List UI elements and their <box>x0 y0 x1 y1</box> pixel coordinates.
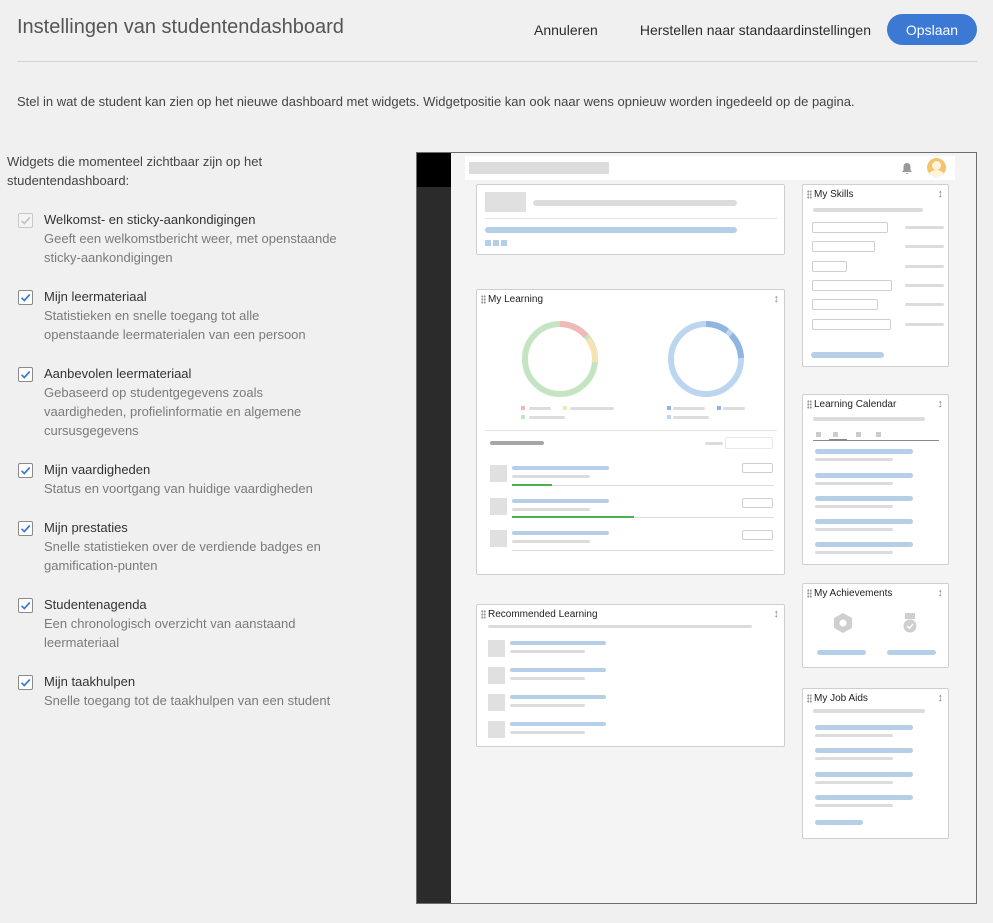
card-title: Recommended Learning <box>488 609 598 620</box>
widget-item-achievements: Mijn prestaties Snelle statistieken over… <box>17 518 337 595</box>
checkbox-my-learning[interactable] <box>18 290 33 305</box>
widget-list: Welkomst- en sticky-aankondigingen Geeft… <box>17 210 337 730</box>
card-title: My Learning <box>488 294 544 305</box>
widget-title: Mijn taakhulpen <box>44 674 136 689</box>
drag-handle-icon <box>807 190 812 199</box>
resize-icon: ↕ <box>937 692 944 704</box>
drag-handle-icon <box>481 295 486 304</box>
medal-icon <box>903 613 917 633</box>
preview-welcome-card <box>476 184 785 255</box>
save-button[interactable]: Opslaan <box>887 14 977 45</box>
checkbox-recommended[interactable] <box>18 367 33 382</box>
preview-donut-chart <box>668 321 744 397</box>
preview-my-skills-card: My Skills ↕ <box>802 184 949 367</box>
checkbox-welcome <box>18 213 33 228</box>
resize-icon: ↕ <box>773 293 780 305</box>
header-actions: Annuleren Herstellen naar standaardinste… <box>534 14 977 45</box>
preview-logo-block <box>417 153 451 187</box>
drag-handle-icon <box>807 400 812 409</box>
check-icon <box>20 293 31 302</box>
checkbox-skills[interactable] <box>18 463 33 478</box>
widget-title: Welkomst- en sticky-aankondigingen <box>44 212 256 227</box>
preview-recommended-learning-card: Recommended Learning ↕ <box>476 604 785 747</box>
widget-title: Aanbevolen leermateriaal <box>44 366 192 381</box>
widgets-heading: Widgets die momenteel zichtbaar zijn op … <box>7 154 263 188</box>
drag-handle-icon <box>807 589 812 598</box>
widget-title: Mijn vaardigheden <box>44 462 151 477</box>
page-title: Instellingen van studentendashboard <box>17 16 344 38</box>
preview-canvas: My Skills ↕ My Learning ↕ Learning Calen… <box>451 153 976 903</box>
widget-description: Snelle statistieken over de verdiende ba… <box>44 539 321 573</box>
widget-title: Studentenagenda <box>44 597 147 612</box>
widget-item-job-aids: Mijn taakhulpen Snelle toegang tot de ta… <box>17 672 337 730</box>
avatar <box>927 158 946 177</box>
card-title: My Skills <box>814 189 854 200</box>
widget-item-recommended: Aanbevolen leermateriaal Gebaseerd op st… <box>17 364 337 460</box>
widget-item-skills: Mijn vaardigheden Status en voortgang va… <box>17 460 337 518</box>
widget-item-my-learning: Mijn leermateriaal Statistieken en snell… <box>17 287 337 364</box>
check-icon <box>20 466 31 475</box>
resize-icon: ↕ <box>773 608 780 620</box>
preview-learning-calendar-card: Learning Calendar ↕ <box>802 394 949 565</box>
drag-handle-icon <box>481 610 486 619</box>
widget-item-calendar: Studentenagenda Een chronologisch overzi… <box>17 595 337 672</box>
checkbox-job-aids[interactable] <box>18 675 33 690</box>
preview-topbar-title <box>469 162 609 174</box>
resize-icon: ↕ <box>937 398 944 410</box>
card-title: My Achievements <box>814 588 893 599</box>
widget-description: Status en voortgang van huidige vaardigh… <box>44 481 313 496</box>
cancel-button[interactable]: Annuleren <box>534 22 598 38</box>
widget-description: Geeft een welkomstbericht weer, met open… <box>44 231 337 265</box>
widget-title: Mijn prestaties <box>44 520 128 535</box>
check-icon <box>20 524 31 533</box>
badge-icon <box>834 613 852 633</box>
preview-topbar <box>465 156 955 180</box>
checkbox-achievements[interactable] <box>18 521 33 536</box>
widget-description: Statistieken en snelle toegang tot alle … <box>44 308 306 342</box>
widget-title: Mijn leermateriaal <box>44 289 147 304</box>
check-icon <box>20 678 31 687</box>
intro-text: Stel in wat de student kan zien op het n… <box>17 94 855 109</box>
widget-item-welcome: Welkomst- en sticky-aankondigingen Geeft… <box>17 210 337 268</box>
widget-description: Snelle toegang tot de taakhulpen van een… <box>44 693 331 708</box>
checkbox-calendar[interactable] <box>18 598 33 613</box>
widget-description: Een chronologisch overzicht van aanstaan… <box>44 616 296 650</box>
preview-my-job-aids-card: My Job Aids ↕ <box>802 688 949 839</box>
reset-defaults-button[interactable]: Herstellen naar standaardinstellingen <box>640 22 871 38</box>
check-icon <box>20 370 31 379</box>
card-title: My Job Aids <box>814 693 868 704</box>
resize-icon: ↕ <box>937 587 944 599</box>
resize-icon: ↕ <box>937 188 944 200</box>
check-icon <box>20 601 31 610</box>
drag-handle-icon <box>807 694 812 703</box>
card-title: Learning Calendar <box>814 399 897 410</box>
check-icon <box>20 216 31 225</box>
preview-my-learning-card: My Learning ↕ <box>476 289 785 575</box>
preview-my-achievements-card: My Achievements ↕ <box>802 583 949 668</box>
preview-donut-chart <box>522 321 599 397</box>
page-header: Instellingen van studentendashboard Annu… <box>17 14 977 62</box>
widget-description: Gebaseerd op studentgegevens zoals vaard… <box>44 385 302 438</box>
bell-icon <box>902 163 912 174</box>
dashboard-preview: My Skills ↕ My Learning ↕ Learning Calen… <box>416 152 977 904</box>
